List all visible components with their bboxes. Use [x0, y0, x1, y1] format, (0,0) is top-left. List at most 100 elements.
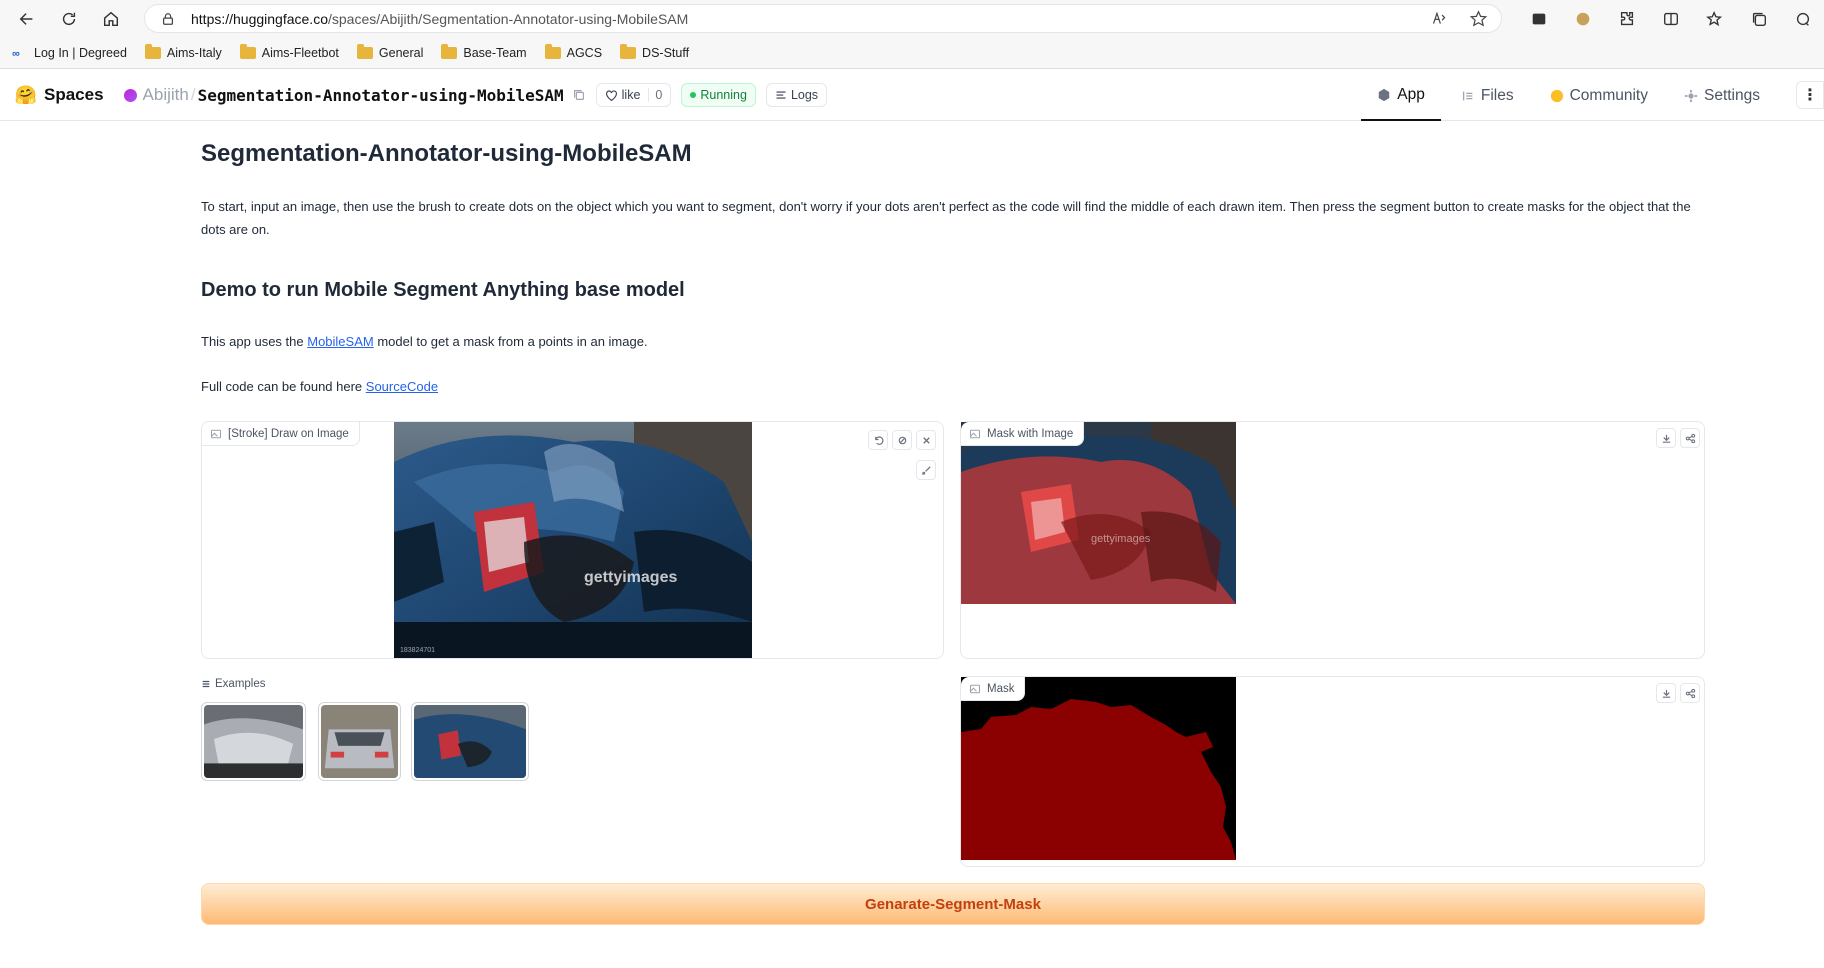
- folder-icon: [544, 43, 561, 59]
- folder-icon: [356, 43, 373, 59]
- folder-icon: [620, 43, 637, 59]
- car-image: gettyimages 183824701: [394, 422, 752, 658]
- bookmark-degreed[interactable]: ∞ Log In | Degreed: [12, 46, 127, 60]
- brush-icon: [921, 465, 931, 475]
- profile-extension-icon[interactable]: [1572, 8, 1594, 30]
- example-image-3: [414, 705, 526, 778]
- hugging-face-logo-icon[interactable]: 🤗: [15, 85, 37, 105]
- read-aloud-icon[interactable]: [1431, 10, 1448, 27]
- share-icon: [1685, 433, 1695, 443]
- download-button[interactable]: [1656, 428, 1676, 448]
- bookmark-folder[interactable]: AGCS: [544, 43, 602, 60]
- path-separator: /: [190, 85, 196, 104]
- image-icon: [969, 684, 981, 693]
- undo-icon: [874, 435, 883, 445]
- spaces-link[interactable]: Spaces: [44, 85, 104, 105]
- mask-with-image-panel: Mask with Image gettyimages: [960, 421, 1705, 659]
- copilot-icon[interactable]: [1792, 8, 1814, 30]
- brush-button[interactable]: [916, 460, 936, 480]
- copy-icon[interactable]: [572, 88, 586, 102]
- model-info: This app uses the MobileSAM model to get…: [201, 334, 648, 349]
- bookmarks-bar: ∞ Log In | Degreed Aims-Italy Aims-Fleetb…: [0, 37, 1824, 69]
- bookmark-folder[interactable]: General: [356, 43, 423, 60]
- tab-files[interactable]: Files: [1445, 70, 1530, 121]
- example-thumbnail[interactable]: [318, 702, 401, 781]
- bookmark-folder[interactable]: Aims-Fleetbot: [239, 43, 339, 60]
- download-button[interactable]: [1656, 683, 1676, 703]
- star-icon[interactable]: [1470, 10, 1487, 27]
- files-icon: [1462, 91, 1473, 100]
- draw-panel: [Stroke] Draw on Image gettyimages 18382…: [201, 421, 944, 659]
- community-icon: [1550, 89, 1563, 102]
- example-image-2: [321, 705, 398, 778]
- like-count: 0: [648, 88, 662, 102]
- sourcecode-link[interactable]: SourceCode: [366, 379, 438, 394]
- draw-canvas[interactable]: gettyimages 183824701: [394, 422, 752, 658]
- eraser-icon: [898, 436, 906, 444]
- source-info: Full code can be found here SourceCode: [201, 379, 439, 394]
- status-badge[interactable]: Running: [681, 83, 756, 107]
- bookmark-folder[interactable]: Aims-Italy: [144, 43, 222, 60]
- back-icon[interactable]: [12, 4, 42, 34]
- image-id: 183824701: [400, 647, 435, 654]
- erase-button[interactable]: [892, 430, 912, 450]
- mask-image: [961, 677, 1236, 860]
- tab-settings[interactable]: Settings: [1668, 70, 1776, 121]
- generate-segment-mask-button[interactable]: Genarate-Segment-Mask: [201, 883, 1705, 925]
- favorites-icon[interactable]: [1704, 8, 1726, 30]
- puzzle-icon[interactable]: [1616, 8, 1638, 30]
- clear-button[interactable]: [916, 430, 936, 450]
- share-button[interactable]: [1680, 428, 1700, 448]
- description: To start, input an image, then use the b…: [201, 199, 1691, 237]
- logs-icon: [776, 91, 786, 99]
- logs-button[interactable]: Logs: [765, 83, 828, 107]
- section-title: Demo to run Mobile Segment Anything base…: [201, 279, 685, 301]
- mask-output: [961, 677, 1236, 860]
- owner-avatar: [123, 88, 137, 102]
- folder-icon: [239, 43, 256, 59]
- page-title: Segmentation-Annotator-using-MobileSAM: [201, 140, 692, 167]
- more-menu-icon[interactable]: ⋮: [1796, 81, 1824, 109]
- example-thumbnail[interactable]: [201, 702, 306, 781]
- undo-button[interactable]: [868, 430, 888, 450]
- watermark: gettyimages: [1091, 533, 1151, 545]
- mask-label: Mask: [961, 677, 1026, 701]
- bookmark-folder[interactable]: Base-Team: [441, 43, 527, 60]
- like-button[interactable]: like 0: [595, 83, 672, 107]
- list-icon: [202, 680, 210, 688]
- lock-icon: [163, 12, 173, 25]
- masked-car-image: gettyimages: [961, 422, 1236, 604]
- tab-community[interactable]: Community: [1534, 70, 1664, 121]
- heart-icon: [605, 89, 617, 101]
- example-thumbnail[interactable]: [411, 702, 529, 781]
- share-button[interactable]: [1680, 683, 1700, 703]
- owner-link[interactable]: Abijith: [143, 85, 189, 105]
- address-bar[interactable]: https://huggingface.co/spaces/Abijith/Se…: [144, 4, 1502, 33]
- folder-icon: [441, 43, 458, 59]
- draw-label: [Stroke] Draw on Image: [202, 422, 360, 446]
- examples-label: Examples: [201, 678, 266, 690]
- url-host: https://huggingface.co: [191, 10, 328, 27]
- split-screen-icon[interactable]: [1660, 8, 1682, 30]
- mobilesam-link[interactable]: MobileSAM: [307, 334, 373, 349]
- bookmark-folder[interactable]: DS-Stuff: [620, 43, 689, 60]
- close-icon: [922, 436, 930, 444]
- degreed-icon: ∞: [12, 47, 20, 60]
- mask-panel: Mask: [960, 676, 1705, 867]
- gear-icon: [1684, 89, 1698, 102]
- home-icon[interactable]: [96, 4, 126, 34]
- image-icon: [210, 429, 222, 438]
- collections-icon[interactable]: [1748, 8, 1770, 30]
- folder-icon: [144, 43, 161, 59]
- share-icon: [1685, 688, 1695, 698]
- tab-app[interactable]: App: [1361, 70, 1441, 121]
- mask-with-image-output: gettyimages: [961, 422, 1236, 604]
- running-dot-icon: [690, 92, 697, 98]
- mask-with-image-label: Mask with Image: [961, 422, 1085, 446]
- cube-icon: [1379, 88, 1390, 101]
- repo-name[interactable]: Segmentation-Annotator-using-MobileSAM: [198, 86, 564, 105]
- extension-icon[interactable]: [1528, 8, 1550, 30]
- reload-icon[interactable]: [54, 4, 84, 34]
- hf-header: 🤗 Spaces Abijith / Segmentation-Annotato…: [0, 70, 1824, 121]
- download-icon: [1662, 434, 1670, 443]
